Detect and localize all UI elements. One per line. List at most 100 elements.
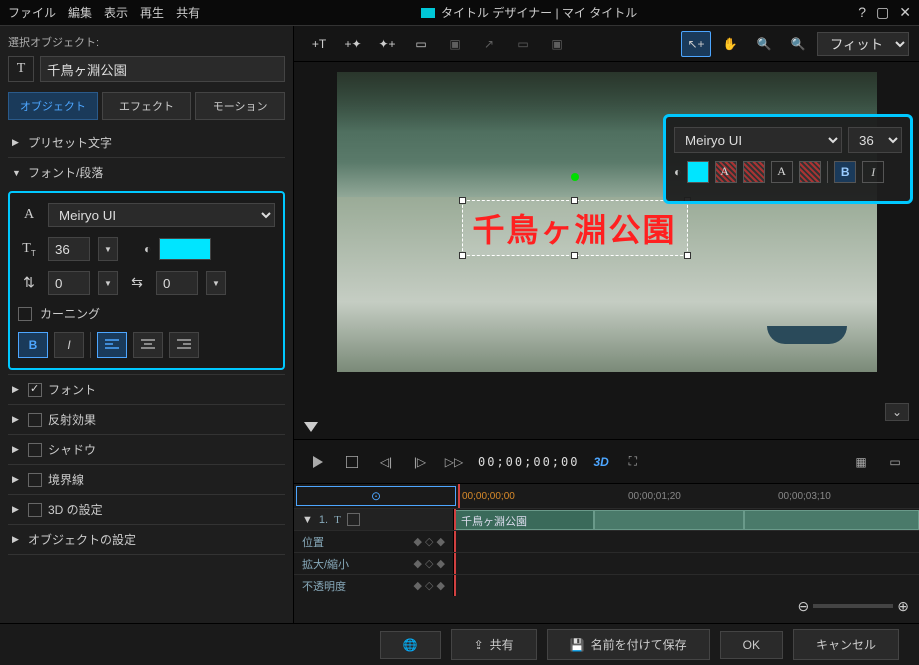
align-left-button[interactable] <box>97 332 127 358</box>
italic-button[interactable]: I <box>54 332 84 358</box>
border-enable-checkbox[interactable] <box>28 473 42 487</box>
rotate-handle[interactable] <box>571 173 579 181</box>
menu-view[interactable]: 表示 <box>104 4 128 21</box>
float-font-select[interactable]: Meiryo UI <box>674 127 842 153</box>
fullscreen-button[interactable]: ⛶ <box>623 452 643 472</box>
resize-handle[interactable] <box>571 252 578 259</box>
float-fill-color[interactable] <box>687 161 709 183</box>
reflection-enable-checkbox[interactable] <box>28 413 42 427</box>
timeline-zoom-out[interactable]: ⊖ <box>798 598 810 615</box>
play-button[interactable] <box>308 452 328 472</box>
stop-button[interactable] <box>342 452 362 472</box>
pan-tool-button[interactable]: ✋ <box>715 31 745 57</box>
resize-handle[interactable] <box>684 252 691 259</box>
add-image-button[interactable]: ▭ <box>406 31 436 57</box>
timeline-clip-segment[interactable] <box>594 510 744 530</box>
timeline-clip-segment[interactable] <box>744 510 919 530</box>
save-as-button[interactable]: 💾名前を付けて保存 <box>547 629 710 660</box>
share-button[interactable]: ⇪共有 <box>451 629 537 660</box>
3d-toggle-button[interactable]: 3D <box>593 455 608 469</box>
font-family-select[interactable]: Meiryo UI <box>48 203 275 227</box>
playhead[interactable] <box>458 484 460 508</box>
float-bold-button[interactable]: B <box>834 161 856 183</box>
menu-file[interactable]: ファイル <box>8 4 56 21</box>
float-shadow-style2[interactable] <box>799 161 821 183</box>
grid-toggle-button[interactable]: ▦ <box>851 452 871 472</box>
resize-handle[interactable] <box>459 252 466 259</box>
zoom-select[interactable]: フィット <box>817 32 909 56</box>
section-font-paragraph[interactable]: ▼フォント/段落 <box>8 158 285 187</box>
layer-up-button[interactable]: ↗ <box>474 31 504 57</box>
line-height-dropdown[interactable]: ▼ <box>98 271 118 295</box>
tab-motion[interactable]: モーション <box>195 92 285 120</box>
align-center-icon <box>141 339 155 351</box>
preview-slider-thumb[interactable] <box>304 422 318 432</box>
timeline-zoom-in[interactable]: ⊕ <box>897 598 909 615</box>
timecode-display: 00;00;00;00 <box>478 455 579 469</box>
line-height-input[interactable] <box>48 271 90 295</box>
menu-play[interactable]: 再生 <box>140 4 164 21</box>
float-italic-button[interactable]: I <box>862 161 884 183</box>
3d-enable-checkbox[interactable] <box>28 503 42 517</box>
add-particle-button[interactable]: +✦ <box>338 31 368 57</box>
bold-button[interactable]: B <box>18 332 48 358</box>
object-name-input[interactable] <box>40 56 285 82</box>
resize-handle[interactable] <box>571 197 578 204</box>
section-border[interactable]: ▶境界線 <box>8 465 285 494</box>
tab-object[interactable]: オブジェクト <box>8 92 98 120</box>
timeline-ruler[interactable]: 00;00;00;00 00;00;01;20 00;00;03;10 <box>458 484 919 508</box>
tracking-dropdown[interactable]: ▼ <box>206 271 226 295</box>
float-border-style2[interactable] <box>743 161 765 183</box>
resize-handle[interactable] <box>459 197 466 204</box>
menu-share[interactable]: 共有 <box>176 4 200 21</box>
float-size-select[interactable]: 36 <box>848 127 902 153</box>
align-center-button[interactable] <box>133 332 163 358</box>
timeline-clip[interactable]: 千鳥ヶ淵公園 <box>454 510 594 530</box>
float-border-style1[interactable]: A <box>715 161 737 183</box>
title-text-object[interactable]: 千鳥ヶ淵公園 <box>462 200 688 256</box>
add-effect-button[interactable]: ✦+ <box>372 31 402 57</box>
shadow-enable-checkbox[interactable] <box>28 443 42 457</box>
layer-down-button[interactable]: ▣ <box>440 31 470 57</box>
section-preset[interactable]: ▶プリセット文字 <box>8 128 285 157</box>
section-font[interactable]: ▶フォント <box>8 375 285 404</box>
font-size-dropdown[interactable]: ▼ <box>98 237 118 261</box>
close-button[interactable]: ✕ <box>899 4 911 21</box>
zoom-out-button[interactable]: 🔍 <box>749 31 779 57</box>
timeline-zoom-slider[interactable] <box>813 604 893 608</box>
fast-forward-button[interactable]: ▷▷ <box>444 452 464 472</box>
font-size-input[interactable] <box>48 237 90 261</box>
lock-button[interactable]: ▭ <box>508 31 538 57</box>
font-color-swatch[interactable] <box>159 238 211 260</box>
next-frame-button[interactable]: |▷ <box>410 452 430 472</box>
font-enable-checkbox[interactable] <box>28 383 42 397</box>
section-object-settings[interactable]: ▶オブジェクトの設定 <box>8 525 285 554</box>
help-button[interactable]: ? <box>858 4 866 21</box>
align-right-button[interactable] <box>169 332 199 358</box>
section-reflection[interactable]: ▶反射効果 <box>8 405 285 434</box>
cancel-button[interactable]: キャンセル <box>793 629 899 660</box>
tracking-input[interactable] <box>156 271 198 295</box>
selected-object-label: 選択オブジェクト: <box>8 34 285 50</box>
maximize-button[interactable]: ▢ <box>876 4 889 21</box>
safe-zone-button[interactable]: ▭ <box>885 452 905 472</box>
select-tool-button[interactable]: ↖+ <box>681 31 711 57</box>
menu-edit[interactable]: 編集 <box>68 4 92 21</box>
playhead[interactable] <box>454 509 456 530</box>
panel-collapse-button[interactable]: ⌄ <box>885 403 909 421</box>
tab-effect[interactable]: エフェクト <box>102 92 192 120</box>
timeline-mode-button[interactable]: ⊙ <box>296 486 456 506</box>
share-online-button[interactable]: 🌐 <box>380 631 441 659</box>
add-text-button[interactable]: +T <box>304 31 334 57</box>
float-shadow-style1[interactable]: A <box>771 161 793 183</box>
kerning-checkbox[interactable] <box>18 307 32 321</box>
prev-frame-button[interactable]: ◁| <box>376 452 396 472</box>
zoom-in-button[interactable]: 🔍 <box>783 31 813 57</box>
section-3d[interactable]: ▶3D の設定 <box>8 495 285 524</box>
section-shadow[interactable]: ▶シャドウ <box>8 435 285 464</box>
group-button[interactable]: ▣ <box>542 31 572 57</box>
align-left-icon <box>105 339 119 351</box>
track-visible-checkbox[interactable] <box>347 513 360 526</box>
ok-button[interactable]: OK <box>720 631 783 659</box>
track-scale-label: 拡大/縮小 <box>302 556 349 572</box>
